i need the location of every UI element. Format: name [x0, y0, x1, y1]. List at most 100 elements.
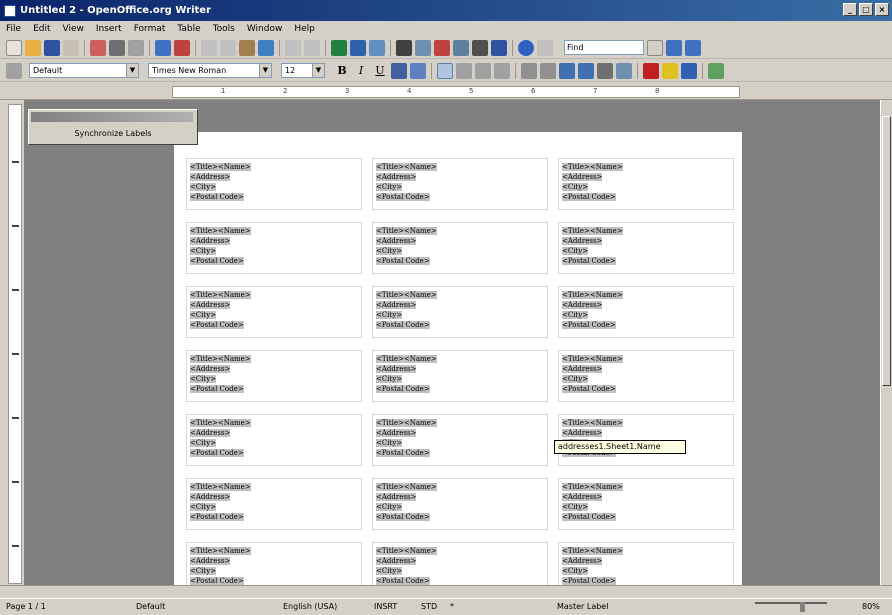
format-paintbrush-icon[interactable]	[258, 39, 274, 56]
document-page[interactable]: <Title><Name> <Address> <City> <Postal Code…	[174, 132, 742, 585]
paste-icon[interactable]	[239, 39, 255, 56]
menu-window[interactable]: Window	[247, 24, 283, 34]
find-dropdown-icon[interactable]	[647, 39, 663, 56]
vertical-scrollbar-thumb[interactable]	[882, 116, 891, 386]
help-icon[interactable]	[518, 39, 534, 56]
save-icon[interactable]	[44, 39, 60, 56]
copy-icon[interactable]	[220, 39, 236, 56]
font-size-select[interactable]: 12 ▼	[281, 63, 325, 78]
mail-label[interactable]: <Title><Name> <Address> <City> <Postal Code…	[558, 478, 734, 530]
menu-view[interactable]: View	[63, 24, 84, 34]
minimize-button[interactable]: _	[843, 3, 857, 16]
table-icon[interactable]	[350, 39, 366, 56]
nonprinting-characters-icon[interactable]	[472, 39, 488, 56]
pdf-export-icon[interactable]	[90, 39, 106, 56]
mail-label[interactable]: <Title><Name> <Address> <City> <Postal Code…	[558, 222, 734, 274]
mail-label[interactable]: <Title><Name> <Address> <City> <Postal Code…	[558, 286, 734, 338]
label-line-postal-code: <Postal Code>	[562, 321, 616, 329]
print-icon[interactable]	[109, 39, 125, 56]
toolbar-options-icon[interactable]	[537, 39, 553, 56]
mail-label[interactable]: <Title><Name> <Address> <City> <Postal Code…	[372, 222, 548, 274]
horizontal-ruler[interactable]: 1 2 3 4 5 6 7 8	[172, 86, 740, 98]
mail-label[interactable]: <Title><Name> <Address> <City> <Postal Code…	[186, 350, 362, 402]
open-folder-icon[interactable]	[25, 39, 41, 56]
find-replace-icon[interactable]	[396, 39, 412, 56]
undo-icon[interactable]	[285, 39, 301, 56]
email-icon[interactable]	[63, 39, 79, 56]
page-preview-icon[interactable]	[128, 39, 144, 56]
find-previous-icon[interactable]	[685, 39, 701, 56]
font-color-icon[interactable]	[643, 62, 659, 79]
redo-icon[interactable]	[304, 39, 320, 56]
horizontal-scrollbar[interactable]	[0, 585, 892, 597]
spellcheck-icon[interactable]	[155, 39, 171, 56]
close-button[interactable]: ×	[875, 3, 889, 16]
menu-edit[interactable]: Edit	[33, 24, 50, 34]
mail-label[interactable]: <Title><Name> <Address> <City> <Postal Code…	[372, 478, 548, 530]
mail-label[interactable]: <Title><Name> <Address> <City> <Postal Code…	[186, 158, 362, 210]
show-draw-functions-icon[interactable]	[369, 39, 385, 56]
mail-label[interactable]: <Title><Name> <Address> <City> <Postal Code…	[186, 542, 362, 585]
zoom-slider-knob[interactable]	[800, 602, 805, 612]
menu-insert[interactable]: Insert	[96, 24, 122, 34]
synchronize-labels-button[interactable]: Synchronize Labels	[37, 126, 189, 142]
vertical-scrollbar[interactable]	[880, 100, 892, 585]
status-selection-mode[interactable]: STD	[421, 602, 437, 611]
decrease-indent-icon[interactable]	[559, 62, 575, 79]
font-name-select[interactable]: Times New Roman ▼	[148, 63, 272, 78]
menu-format[interactable]: Format	[134, 24, 166, 34]
new-document-icon[interactable]	[6, 39, 22, 56]
maximize-button[interactable]: □	[859, 3, 873, 16]
mail-label[interactable]: <Title><Name> <Address> <City> <Postal Code…	[558, 158, 734, 210]
mail-label[interactable]: <Title><Name> <Address> <City> <Postal Code…	[372, 414, 548, 466]
font-color-a-icon[interactable]	[391, 62, 407, 79]
mail-label[interactable]: <Title><Name> <Address> <City> <Postal Code…	[186, 222, 362, 274]
background-color-icon[interactable]	[681, 62, 697, 79]
floating-window-titlebar[interactable]	[31, 112, 193, 122]
justify-icon[interactable]	[494, 62, 510, 79]
mail-label[interactable]: <Title><Name> <Address> <City> <Postal Code…	[186, 414, 362, 466]
page-direction-icon[interactable]	[597, 62, 613, 79]
increase-indent-icon[interactable]	[578, 62, 594, 79]
mail-label[interactable]: <Title><Name> <Address> <City> <Postal Code…	[372, 542, 548, 585]
align-center-icon[interactable]	[456, 62, 472, 79]
paragraph-style-select[interactable]: Default ▼	[29, 63, 139, 78]
highlight-a-icon[interactable]	[410, 62, 426, 79]
zoom-icon[interactable]	[491, 39, 507, 56]
menu-file[interactable]: File	[6, 24, 21, 34]
mail-label[interactable]: <Title><Name> <Address> <City> <Postal Code…	[558, 542, 734, 585]
mail-label[interactable]: <Title><Name> <Address> <City> <Postal Code…	[372, 286, 548, 338]
hyperlink-icon[interactable]	[331, 39, 347, 56]
mail-label[interactable]: <Title><Name> <Address> <City> <Postal Code…	[372, 158, 548, 210]
bold-button[interactable]: B	[334, 63, 350, 79]
mail-label[interactable]: <Title><Name> <Address> <City> <Postal Code…	[558, 350, 734, 402]
mail-label[interactable]: <Title><Name> <Address> <City> <Postal Code…	[186, 478, 362, 530]
numbering-icon[interactable]	[521, 62, 537, 79]
highlighting-icon[interactable]	[662, 62, 678, 79]
zoom-slider[interactable]	[755, 602, 827, 604]
label-line-address: <Address>	[190, 173, 231, 181]
gallery-icon[interactable]	[434, 39, 450, 56]
mail-label[interactable]: <Title><Name> <Address> <City> <Postal Code…	[186, 286, 362, 338]
paragraph-icon[interactable]	[616, 62, 632, 79]
toolbar-more-icon[interactable]	[708, 62, 724, 79]
navigator-icon[interactable]	[415, 39, 431, 56]
find-next-icon[interactable]	[666, 39, 682, 56]
menu-tools[interactable]: Tools	[213, 24, 235, 34]
find-input[interactable]: Find	[564, 40, 644, 55]
bullets-icon[interactable]	[540, 62, 556, 79]
menu-table[interactable]: Table	[177, 24, 200, 34]
menu-help[interactable]: Help	[294, 24, 315, 34]
align-left-icon[interactable]	[437, 62, 453, 79]
autospellcheck-icon[interactable]	[174, 39, 190, 56]
vertical-ruler[interactable]	[8, 104, 22, 584]
italic-button[interactable]: I	[353, 63, 369, 79]
cut-icon[interactable]	[201, 39, 217, 56]
mail-label[interactable]: <Title><Name> <Address> <City> <Postal Code…	[372, 350, 548, 402]
data-sources-icon[interactable]	[453, 39, 469, 56]
align-right-icon[interactable]	[475, 62, 491, 79]
underline-button[interactable]: U	[372, 63, 388, 79]
status-zoom[interactable]: 80%	[862, 602, 880, 611]
status-insert-mode[interactable]: INSRT	[374, 602, 397, 611]
styles-formatting-icon[interactable]	[6, 62, 22, 79]
